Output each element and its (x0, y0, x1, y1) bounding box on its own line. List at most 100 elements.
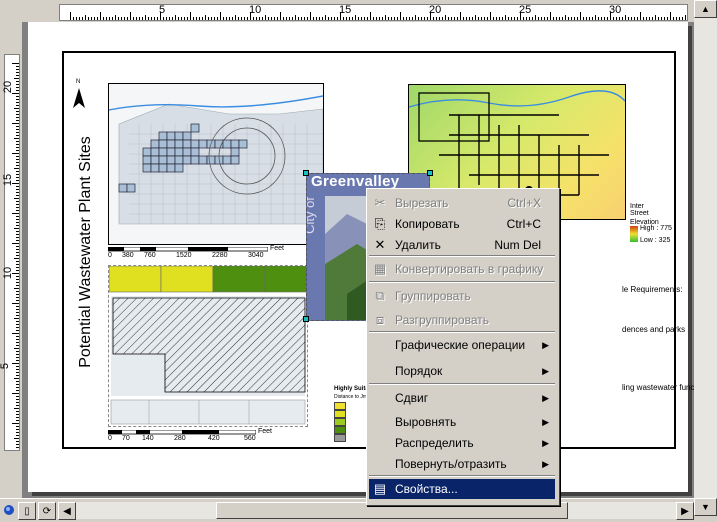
layout-view-button[interactable]: ▯ (18, 502, 36, 520)
parcel-map[interactable] (108, 83, 324, 245)
ruler-tick-vertical (16, 336, 19, 337)
context-menu[interactable]: ✂ Вырезать Ctrl+X ⎘ Копировать Ctrl+C ✕ Удалить… (366, 188, 560, 506)
ruler-tick (145, 15, 146, 20)
ruler-label: 20 (429, 4, 442, 16)
menu-item-8[interactable]: Сдвиг ▶ (369, 388, 555, 408)
scale-bar-top[interactable]: Feet 0 380 760 1520 2280 3040 (108, 245, 322, 263)
ruler-tick (673, 17, 674, 20)
scroll-down-button[interactable]: ▼ (694, 498, 717, 516)
menu-item-label: Удалить (395, 238, 441, 252)
ruler-tick-vertical (12, 393, 19, 394)
blank-icon (369, 454, 391, 474)
ruler-tick-vertical (14, 138, 19, 139)
scale-unit: Feet (270, 245, 285, 252)
ruler-tick (91, 17, 92, 20)
ruler-tick-vertical (16, 249, 19, 250)
ruler-tick (418, 17, 419, 20)
menu-item-label: Конвертировать в графику (395, 262, 544, 276)
scale2-tick-1: 70 (122, 435, 130, 442)
ruler-tick-vertical (12, 333, 19, 334)
ruler-tick-vertical (16, 435, 19, 436)
ruler-tick-vertical (16, 195, 19, 196)
menu-separator (369, 331, 555, 333)
ruler-tick-vertical (16, 156, 19, 157)
ruler-tick (214, 17, 215, 20)
ruler-label-vertical: 10 (2, 266, 15, 280)
menu-item-2[interactable]: ✕ Удалить Num Del (369, 235, 555, 255)
menu-item-10[interactable]: Распределить ▶ (369, 433, 555, 453)
ruler-tick (298, 17, 299, 20)
ruler-tick-vertical (16, 426, 19, 427)
ruler-tick-vertical (16, 402, 19, 403)
ruler-tick (346, 17, 347, 20)
scale-tick-4: 2280 (212, 252, 228, 259)
ruler-tick-vertical (16, 117, 19, 118)
ruler-tick-vertical (16, 72, 19, 73)
menu-item-7[interactable]: Порядок ▶ (369, 361, 555, 381)
ruler-tick (394, 17, 395, 20)
ruler-tick (196, 17, 197, 20)
selection-handle-ne[interactable] (427, 170, 433, 176)
menu-item-11[interactable]: Повернуть/отразить ▶ (369, 454, 555, 474)
ruler-tick (88, 17, 89, 20)
ruler-tick (685, 15, 686, 20)
site-table-graphic (108, 265, 308, 425)
ruler-tick (397, 17, 398, 20)
ruler-tick (598, 17, 599, 20)
scroll-left-button[interactable]: ◀ (58, 502, 76, 520)
refresh-button[interactable]: ⟳ (38, 502, 56, 520)
vertical-scrollbar[interactable]: ▲ ▼ (694, 0, 717, 521)
scroll-track[interactable] (694, 18, 717, 498)
ruler-tick (208, 17, 209, 20)
ruler-tick (271, 17, 272, 20)
north-label: N (76, 79, 81, 85)
ruler-tick (460, 12, 461, 20)
vertical-ruler[interactable]: 20 15 10 5 (0, 22, 23, 498)
ruler-tick (220, 12, 221, 20)
ruler-tick (262, 17, 263, 20)
legend-inter: Inter (630, 203, 645, 210)
ruler-tick (169, 17, 170, 20)
menu-item-12[interactable]: ▤ Свойства... (369, 479, 555, 499)
scale-bar-bottom[interactable]: Feet 0 70 140 280 420 560 (108, 428, 322, 446)
blank-icon (369, 433, 391, 453)
layout-title[interactable]: Potential Wastewater Plant Sites (77, 102, 95, 402)
requirements-line-2: ling wastewater function (622, 383, 694, 392)
menu-item-label: Порядок (395, 364, 443, 378)
ruler-tick (115, 15, 116, 20)
ruler-tick (124, 17, 125, 20)
ruler-tick (586, 17, 587, 20)
ruler-tick-vertical (16, 372, 19, 373)
menu-item-1[interactable]: ⎘ Копировать Ctrl+C (369, 214, 555, 234)
ruler-tick (406, 17, 407, 20)
ruler-tick (559, 17, 560, 20)
scroll-up-button[interactable]: ▲ (694, 0, 717, 18)
selection-handle-nw[interactable] (303, 170, 309, 176)
site-table[interactable] (108, 265, 308, 427)
layout-canvas[interactable]: Potential Wastewater Plant Sites N Feet … (22, 22, 694, 498)
globe-icon[interactable] (3, 503, 15, 517)
ruler-tick (649, 17, 650, 20)
ruler-tick-vertical (14, 318, 19, 319)
ruler-tick-vertical (16, 351, 19, 352)
ruler-tick-vertical (14, 78, 19, 79)
menu-item-6[interactable]: Графические операции ▶ (369, 335, 555, 355)
ruler-tick-vertical (16, 315, 19, 316)
layout-page[interactable]: Potential Wastewater Plant Sites N Feet … (28, 22, 694, 492)
ruler-tick (637, 17, 638, 20)
ruler-tick (202, 17, 203, 20)
ruler-tick (457, 17, 458, 20)
ruler-tick (490, 12, 491, 20)
ruler-tick (565, 15, 566, 20)
horizontal-ruler[interactable]: 5 10 15 20 25 30 (22, 0, 717, 23)
ruler-tick (127, 17, 128, 20)
scale-tick-0: 0 (108, 252, 112, 259)
scroll-right-button[interactable]: ▶ (676, 502, 694, 520)
ruler-tick-vertical (16, 219, 19, 220)
ruler-tick (667, 17, 668, 20)
ruler-tick (511, 17, 512, 20)
ruler-tick (427, 17, 428, 20)
menu-item-9[interactable]: Выровнять ▶ (369, 412, 555, 432)
ruler-tick-vertical (16, 444, 19, 445)
selection-handle-sw[interactable] (303, 316, 309, 322)
